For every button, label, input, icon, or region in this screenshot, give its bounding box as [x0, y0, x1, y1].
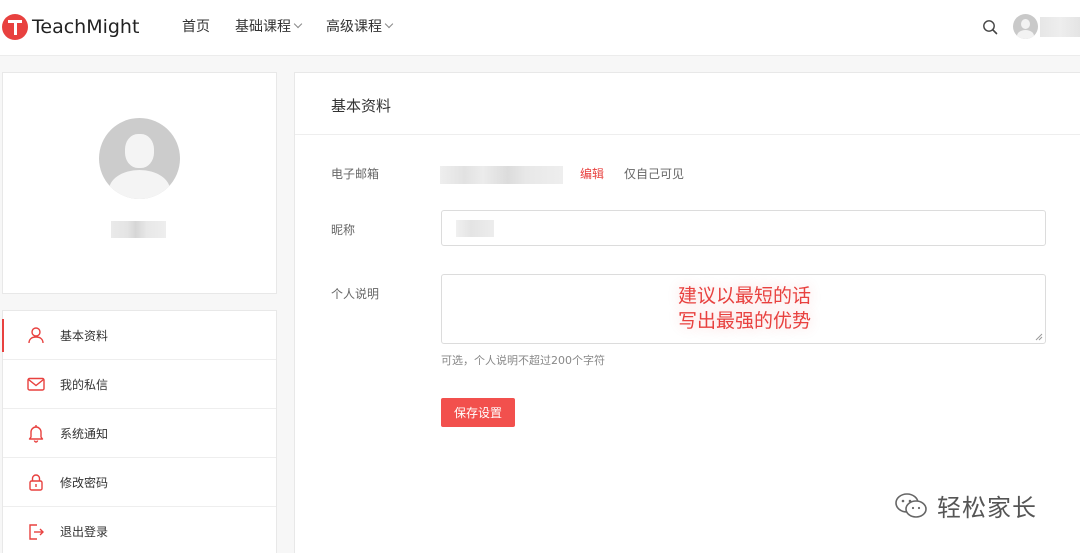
- logo-mark-icon: [2, 14, 28, 40]
- save-settings-button[interactable]: 保存设置: [441, 398, 515, 427]
- user-avatar[interactable]: [1013, 14, 1038, 39]
- brand-name: TeachMight: [32, 16, 140, 38]
- logout-icon: [25, 521, 47, 543]
- edit-email-link[interactable]: 编辑: [580, 165, 604, 182]
- sidebar-menu: 基本资料 我的私信 系统通知 修改密码 退出登录: [2, 310, 277, 553]
- brand-logo[interactable]: TeachMight: [2, 12, 139, 42]
- annotation-overlay: 建议以最短的话 写出最强的优势: [442, 284, 1047, 334]
- bio-textarea[interactable]: 建议以最短的话 写出最强的优势: [441, 274, 1046, 344]
- annotation-line-1: 建议以最短的话: [677, 285, 811, 307]
- sidebar-item-profile[interactable]: 基本资料: [2, 311, 276, 360]
- nickname-input[interactable]: [441, 210, 1046, 246]
- profile-card: [2, 72, 277, 294]
- main-nav: 首页 基础课程 高级课程: [182, 16, 417, 36]
- chevron-down-icon: [293, 19, 303, 29]
- profile-avatar[interactable]: [99, 118, 180, 199]
- nav-item-basic-courses[interactable]: 基础课程: [235, 16, 303, 36]
- annotation-line-2: 写出最强的优势: [677, 310, 811, 332]
- profile-name-redacted: [111, 221, 166, 238]
- email-value-redacted: [440, 166, 563, 184]
- sidebar-item-label: 基本资料: [60, 328, 109, 343]
- divider: [295, 134, 1080, 135]
- nav-item-label: 首页: [182, 19, 210, 35]
- sidebar-item-label: 退出登录: [60, 525, 109, 539]
- email-visibility-text: 仅自己可见: [624, 167, 685, 181]
- nav-item-label: 基础课程: [235, 19, 291, 35]
- nickname-value-redacted: [456, 220, 494, 237]
- resize-grip-icon[interactable]: [1035, 333, 1043, 341]
- chevron-down-icon: [384, 19, 394, 29]
- nickname-label: 昵称: [331, 223, 356, 237]
- user-icon: [25, 324, 47, 346]
- profile-settings-panel: 基本资料 电子邮箱 编辑 仅自己可见 昵称 个人说明 建议以最短的话 写出最强的…: [294, 72, 1080, 553]
- sidebar-item-notifications[interactable]: 系统通知: [3, 409, 276, 458]
- sidebar-item-logout[interactable]: 退出登录: [3, 507, 276, 553]
- bio-label: 个人说明: [331, 287, 380, 301]
- watermark: 轻松家长: [893, 488, 1037, 523]
- sidebar-item-change-password[interactable]: 修改密码: [3, 458, 276, 507]
- nav-item-advanced-courses[interactable]: 高级课程: [326, 16, 394, 36]
- sidebar-item-messages[interactable]: 我的私信: [3, 360, 276, 409]
- nav-item-label: 高级课程: [326, 19, 382, 35]
- watermark-text: 轻松家长: [937, 494, 1037, 522]
- nav-item-home[interactable]: 首页: [182, 16, 210, 36]
- top-navbar: TeachMight 首页 基础课程 高级课程: [0, 0, 1080, 56]
- search-icon[interactable]: [982, 19, 998, 35]
- sidebar-item-label: 修改密码: [60, 475, 109, 490]
- mail-icon: [25, 373, 47, 395]
- wechat-icon: [895, 492, 927, 518]
- sidebar-item-label: 系统通知: [60, 426, 109, 441]
- page-title: 基本资料: [331, 97, 392, 115]
- sidebar-item-label: 我的私信: [60, 377, 109, 392]
- email-label: 电子邮箱: [331, 167, 380, 181]
- bio-hint: 可选，个人说明不超过200个字符: [441, 354, 605, 367]
- lock-icon: [25, 471, 47, 493]
- bell-icon: [25, 422, 47, 444]
- user-name-redacted[interactable]: [1040, 17, 1080, 37]
